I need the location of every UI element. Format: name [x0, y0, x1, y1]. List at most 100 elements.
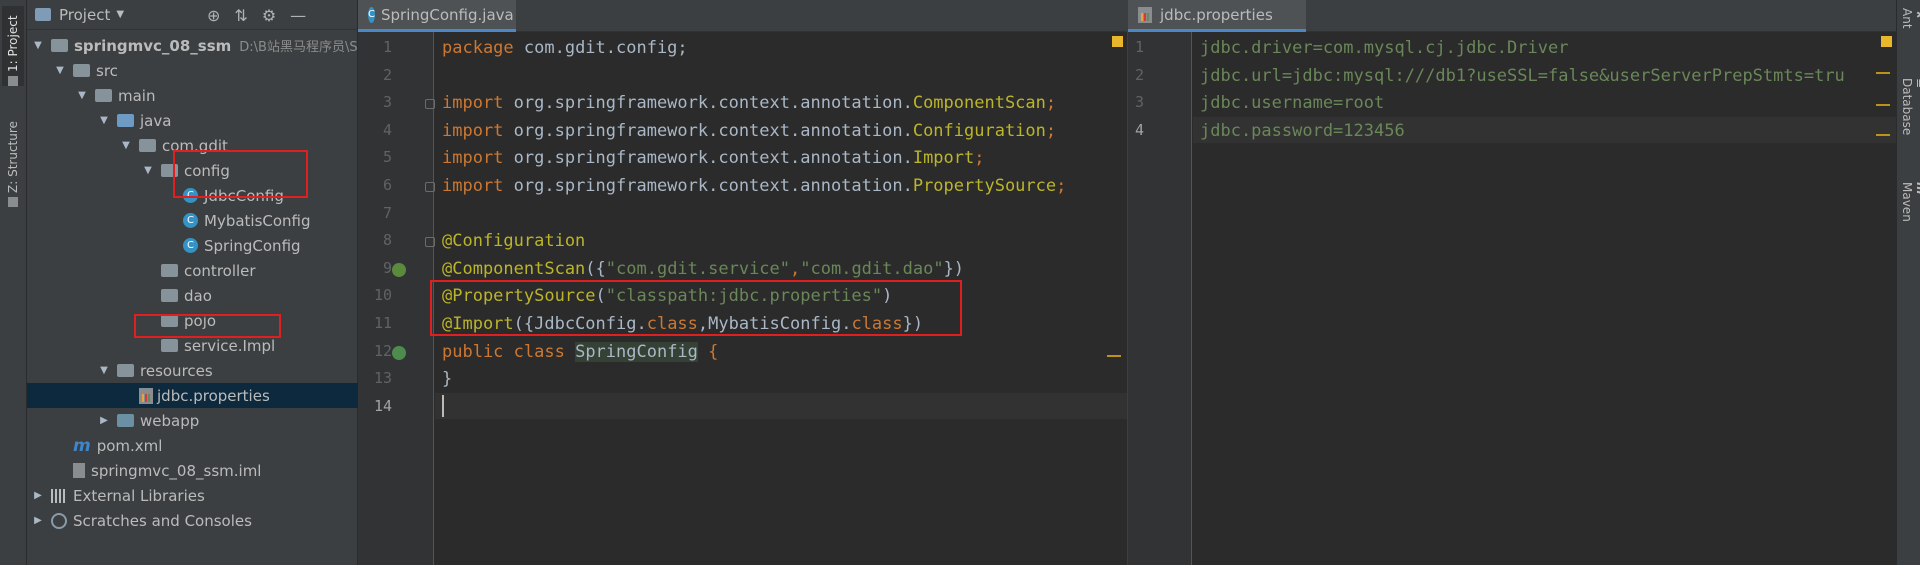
line-number: 3: [1134, 93, 1144, 112]
annotation: @ComponentScan: [442, 258, 586, 279]
tree-item[interactable]: ▼ main: [27, 83, 358, 108]
chevron-down-icon[interactable]: ▼: [75, 90, 89, 101]
line-number: 13: [373, 369, 392, 388]
imported-class: Configuration: [912, 120, 1046, 141]
fold-icon[interactable]: [425, 237, 435, 248]
hide-panel-icon[interactable]: —: [290, 6, 306, 25]
tab-jdbc-properties[interactable]: jdbc.properties: [1128, 0, 1306, 32]
text-caret: [442, 394, 444, 417]
keyword: import: [442, 120, 504, 141]
maven-tool-tab[interactable]: m Maven: [1900, 182, 1920, 222]
tree-item[interactable]: ▼ springmvc_08_ssm D:\B站黑马程序员\S: [27, 33, 358, 58]
tree-item[interactable]: ▼ src: [27, 58, 358, 83]
chevron-down-icon[interactable]: ▼: [141, 165, 155, 176]
tree-item[interactable]: C MybatisConfig: [27, 208, 358, 233]
chevron-down-icon[interactable]: ▼: [53, 65, 67, 76]
warning-stripe-mark[interactable]: [1876, 134, 1890, 136]
chevron-right-icon[interactable]: ▶: [97, 415, 111, 426]
libraries-icon: [51, 488, 67, 503]
tree-item[interactable]: ▶ webapp: [27, 408, 358, 433]
tree-item[interactable]: C SpringConfig: [27, 233, 358, 258]
property-line: jdbc.password=123456: [1200, 120, 1405, 141]
tree-item-label: External Libraries: [73, 486, 205, 505]
chevron-down-icon[interactable]: ▼: [97, 365, 111, 376]
locate-file-icon[interactable]: ⊕: [207, 6, 220, 25]
keyword: import: [442, 148, 504, 169]
project-panel-title[interactable]: Project: [59, 6, 110, 24]
ant-tool-tab[interactable]: ✱ Ant: [1900, 8, 1920, 29]
fold-icon[interactable]: [425, 182, 435, 192]
tree-item[interactable]: m pom.xml: [27, 433, 358, 458]
chevron-right-icon[interactable]: ▶: [31, 515, 45, 526]
tree-item[interactable]: ▶ External Libraries: [27, 483, 358, 508]
tree-item[interactable]: ▶ Scratches and Consoles: [27, 508, 358, 533]
spring-bean-icon[interactable]: [392, 262, 406, 277]
code-text: com.gdit.config;: [513, 38, 688, 58]
tree-item[interactable]: jdbc.properties: [27, 383, 358, 408]
module-folder-icon: [51, 39, 68, 52]
keyword: import: [442, 93, 504, 114]
tree-item-label: main: [118, 86, 156, 105]
line-gutter: 1 2 3 4 5 6 7 8 9 10 11 12 13 14: [358, 32, 434, 565]
project-tool-label: 1: Project: [6, 15, 20, 72]
line-gutter-right: 1 2 3 4: [1128, 32, 1192, 565]
line-number: 5: [382, 148, 392, 167]
chevron-down-icon[interactable]: ▼: [31, 40, 45, 51]
structure-tool-tab[interactable]: Z: Structure: [2, 112, 24, 207]
keyword: import: [442, 176, 504, 196]
tree-item[interactable]: springmvc_08_ssm.iml: [27, 458, 358, 483]
warning-stripe-mark[interactable]: [1107, 355, 1121, 357]
line-number: 1: [1134, 38, 1144, 56]
tree-item-label: src: [96, 61, 118, 80]
code-punct: {: [697, 341, 719, 362]
tree-item-label: jdbc.properties: [157, 386, 270, 405]
tree-item-label: controller: [184, 261, 256, 280]
string-literal: "com.gdit.service": [605, 258, 791, 279]
tree-item-label: MybatisConfig: [204, 211, 311, 230]
code-text: org.springframework.context.annotation.: [503, 93, 913, 114]
maven-icon: m: [1914, 182, 1920, 195]
chevron-right-icon[interactable]: ▶: [31, 490, 45, 501]
code-text: org.springframework.context.annotation.: [503, 176, 913, 196]
warning-status-icon[interactable]: [1112, 36, 1123, 47]
tab-springconfig-java[interactable]: C SpringConfig.java: [358, 0, 516, 32]
database-tool-tab[interactable]: ≣ Database: [1900, 78, 1920, 135]
code-punct: ;: [1045, 120, 1057, 141]
line-number: 7: [382, 203, 392, 222]
tree-item-label: Scratches and Consoles: [73, 511, 252, 530]
annotation: @Configuration: [442, 231, 586, 252]
line-number: 4: [1134, 120, 1144, 139]
property-line: jdbc.driver=com.mysql.cj.jdbc.Driver: [1200, 38, 1569, 58]
class-icon: C: [368, 6, 375, 23]
tree-item[interactable]: ▼ resources: [27, 358, 358, 383]
fold-icon[interactable]: [425, 99, 435, 110]
tree-item[interactable]: ▼ java: [27, 108, 358, 133]
warning-stripe-mark[interactable]: [1876, 104, 1890, 106]
source-folder-icon: [117, 114, 134, 127]
tab-label: SpringConfig.java: [380, 5, 514, 24]
tree-item-label: dao: [184, 286, 212, 305]
line-number: 10: [373, 286, 392, 305]
tree-item[interactable]: controller: [27, 258, 358, 283]
tree-item-label: service.Impl: [184, 336, 276, 355]
editor-springconfig: C SpringConfig.java 1 2 3 4 5 6 7 8 9 10 11 12 13 14 …: [358, 0, 1127, 565]
right-tool-strip: ✱ Ant ≣ Database m Maven: [1896, 0, 1920, 565]
warning-stripe-mark[interactable]: [1876, 72, 1890, 74]
package-icon: [161, 264, 178, 277]
code-line: public class SpringConfig {: [442, 341, 719, 362]
spring-bean-icon[interactable]: [392, 345, 406, 360]
warning-status-icon[interactable]: [1881, 36, 1892, 47]
tree-item-label: pom.xml: [96, 436, 163, 455]
chevron-down-icon[interactable]: ▼: [97, 115, 111, 126]
class-name: SpringConfig: [575, 341, 698, 362]
editor-tab-bar-right: jdbc.properties: [1128, 0, 1896, 32]
collapse-all-icon[interactable]: ⇅: [234, 6, 247, 25]
tree-item[interactable]: dao: [27, 283, 358, 308]
line-number: 6: [382, 176, 392, 194]
web-folder-icon: [117, 414, 134, 427]
chevron-down-icon[interactable]: ▼: [119, 140, 133, 151]
code-punct: ;: [974, 148, 985, 169]
chevron-down-icon[interactable]: ▼: [116, 9, 124, 20]
gear-icon[interactable]: ⚙: [262, 6, 276, 25]
project-tool-tab[interactable]: 1: Project: [2, 6, 24, 86]
